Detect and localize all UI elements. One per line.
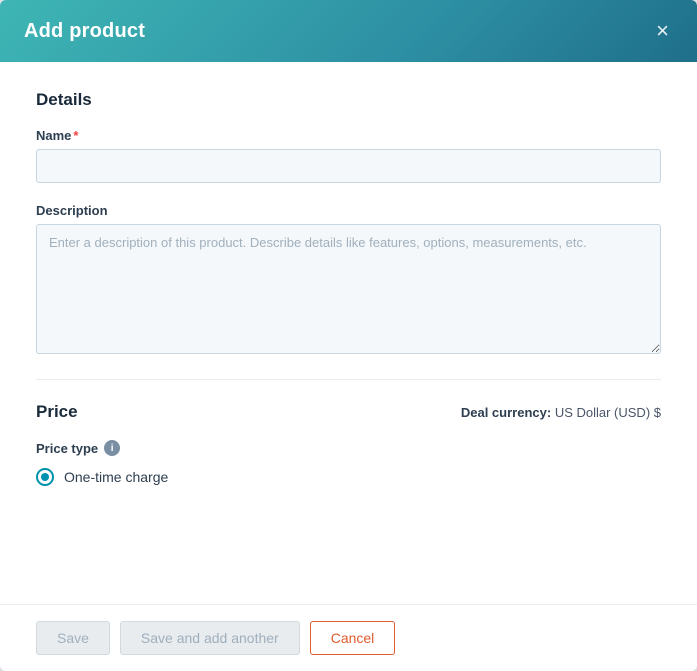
radio-option-one-time[interactable]: One-time charge — [36, 468, 661, 486]
description-input[interactable] — [36, 224, 661, 354]
modal-title: Add product — [24, 20, 145, 43]
price-section-header: Price Deal currency: US Dollar (USD) $ — [36, 402, 661, 422]
required-indicator: * — [73, 128, 78, 143]
save-and-add-another-button[interactable]: Save and add another — [120, 621, 300, 655]
price-type-info-icon[interactable]: i — [104, 440, 120, 456]
modal-footer: Save Save and add another Cancel — [0, 604, 697, 671]
price-type-label: Price type i — [36, 440, 661, 456]
name-label: Name* — [36, 128, 661, 143]
details-section-title: Details — [36, 90, 661, 110]
cancel-button[interactable]: Cancel — [310, 621, 396, 655]
close-button[interactable]: × — [652, 18, 673, 44]
details-section: Details Name* Description — [36, 90, 661, 359]
name-input[interactable] — [36, 149, 661, 183]
price-section: Price Deal currency: US Dollar (USD) $ P… — [36, 379, 661, 486]
modal-body: Details Name* Description Price Deal cur… — [0, 62, 697, 604]
radio-one-time-charge-label: One-time charge — [64, 469, 168, 485]
save-button[interactable]: Save — [36, 621, 110, 655]
description-field-group: Description — [36, 203, 661, 359]
price-section-title: Price — [36, 402, 78, 422]
deal-currency: Deal currency: US Dollar (USD) $ — [461, 405, 661, 420]
add-product-modal: Add product × Details Name* Description — [0, 0, 697, 671]
modal-header: Add product × — [0, 0, 697, 62]
radio-one-time-charge[interactable] — [36, 468, 54, 486]
description-label: Description — [36, 203, 661, 218]
name-field-group: Name* — [36, 128, 661, 183]
